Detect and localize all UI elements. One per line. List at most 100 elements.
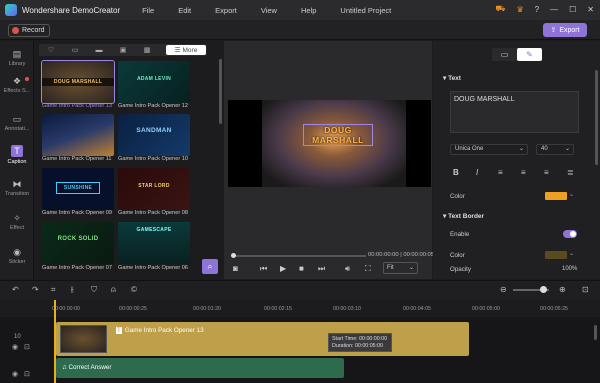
help-icon[interactable]: ?	[535, 5, 539, 14]
split-icon[interactable]: ⫲	[71, 285, 74, 295]
folder-icon: ▤	[12, 49, 22, 59]
caption-icon: T	[116, 327, 122, 334]
border-color-swatch[interactable]	[545, 251, 567, 259]
caption-thumb[interactable]: GAMESCAPE	[118, 222, 190, 264]
properties-tabs: ▭ ✎	[492, 48, 542, 61]
bold-icon[interactable]: B	[453, 168, 459, 177]
more-label: More	[182, 46, 198, 54]
caption-thumb[interactable]: DOUG MARSHALL	[41, 60, 115, 104]
caption-thumb[interactable]: SANDMAN	[118, 114, 190, 156]
edit-tab-icon[interactable]: ✎	[517, 48, 542, 61]
maximize-icon[interactable]: ☐	[569, 5, 576, 14]
eye-icon[interactable]: ◉	[12, 370, 18, 378]
sidebar-item-library[interactable]: ▤ Library	[0, 49, 34, 67]
caption-thumb[interactable]: SUNSHINE	[42, 168, 114, 210]
shield-icon[interactable]: ⛉	[91, 285, 97, 295]
fullscreen-icon[interactable]: ⛶	[365, 264, 371, 274]
lock-icon[interactable]: ⊡	[24, 343, 30, 351]
undo-icon[interactable]: ↶	[12, 285, 19, 294]
copyright-icon[interactable]: ©	[131, 285, 137, 294]
sidebar-item-caption[interactable]: T Caption	[0, 145, 34, 165]
microphone-icon[interactable]: ⍝	[111, 285, 116, 295]
border-enable-toggle[interactable]	[563, 230, 577, 238]
sidebar-item-annotation[interactable]: ▭ Annotati...	[0, 114, 34, 132]
sidebar-label: Annotati...	[4, 126, 30, 132]
camera-icon[interactable]: ◙	[233, 264, 238, 273]
previous-frame-icon[interactable]: ⏮	[260, 264, 267, 274]
enable-label: Enable	[450, 231, 470, 238]
justify-icon[interactable]: ≣	[567, 168, 574, 177]
caption-thumb[interactable]: ADAM LEVIN	[118, 61, 190, 103]
align-center-icon[interactable]: ≡	[521, 168, 526, 177]
thumb-title: SANDMAN	[136, 127, 172, 134]
lock-icon[interactable]: ⊡	[24, 370, 30, 378]
caption-name: Game Intro Pack Opener 10	[118, 156, 188, 162]
stop-icon[interactable]: ■	[299, 264, 304, 273]
fit-timeline-icon[interactable]: ⊡	[582, 285, 589, 294]
tab-lower-third-icon[interactable]: ▬	[87, 47, 111, 54]
eye-icon[interactable]: ◉	[12, 343, 18, 351]
video-tab-icon[interactable]: ▭	[492, 48, 517, 61]
cart-icon[interactable]: ⛟	[495, 4, 505, 14]
project-name: Untitled Project	[340, 5, 392, 15]
properties-scrollbar[interactable]	[595, 70, 598, 165]
close-icon[interactable]: ✕	[587, 5, 594, 14]
sidebar-item-sticker[interactable]: ◉ Sticker	[0, 247, 34, 265]
play-icon[interactable]: ▶	[280, 264, 286, 273]
tab-subtitle-icon[interactable]: ▭	[63, 46, 87, 54]
track-number: 10	[14, 334, 21, 340]
chevron-down-icon[interactable]: ⌄	[569, 191, 574, 198]
crop-icon[interactable]: ⌗	[51, 285, 56, 295]
progress-handle[interactable]	[231, 253, 236, 258]
text-section-header[interactable]: ▾ Text	[443, 74, 461, 82]
clip-thumbnail	[60, 325, 107, 353]
minimize-icon[interactable]: —	[550, 5, 558, 14]
more-button[interactable]: ☰ More	[166, 45, 206, 55]
caption-thumb[interactable]: STAR LORD	[118, 168, 190, 210]
timeline-scrollbar[interactable]	[594, 325, 597, 340]
playhead[interactable]	[54, 300, 56, 383]
preview-caption-text[interactable]: DOUG MARSHALL	[303, 125, 373, 145]
title-bar: Wondershare DemoCreator File Edit Export…	[0, 0, 600, 20]
text-border-section-header[interactable]: ▾ Text Border	[443, 212, 484, 220]
media-scrollbar[interactable]	[219, 59, 222, 124]
playback-progress[interactable]	[232, 255, 366, 257]
zoom-out-icon[interactable]: ⊖	[500, 285, 507, 294]
menu-edit[interactable]: Edit	[178, 6, 191, 15]
ruler-tick-label: 00:00:05:00	[472, 306, 500, 312]
sidebar-item-effect[interactable]: ✧ Effect	[0, 213, 34, 231]
font-select[interactable]: Unica One ⌄	[450, 144, 528, 155]
tab-opener-icon[interactable]: ▩	[135, 46, 159, 54]
caption-text-input[interactable]: DOUG MARSHALL	[450, 91, 579, 133]
size-value: 40	[541, 146, 548, 152]
search-icon[interactable]: ⌕	[202, 259, 218, 274]
tab-favorite-heart-icon[interactable]: ♡	[39, 46, 63, 54]
zoom-in-icon[interactable]: ⊕	[559, 285, 566, 294]
zoom-select[interactable]: Fit ⌄	[383, 262, 418, 274]
align-left-icon[interactable]: ≡	[498, 168, 503, 177]
export-button[interactable]: ⇪ Export	[543, 23, 587, 37]
chevron-down-icon[interactable]: ⌄	[569, 250, 574, 257]
align-right-icon[interactable]: ≡	[544, 168, 549, 177]
menu-help[interactable]: Help	[301, 6, 316, 15]
text-color-swatch[interactable]	[545, 192, 567, 200]
audio-clip-label: Correct Answer	[68, 364, 112, 371]
crown-icon[interactable]: ♛	[517, 5, 524, 14]
next-frame-icon[interactable]: ⏭	[318, 264, 325, 274]
color-label: Color	[450, 193, 465, 200]
italic-icon[interactable]: I	[476, 168, 478, 177]
sidebar-item-transition[interactable]: ⧓ Transition	[0, 179, 34, 197]
record-button[interactable]: Record	[8, 24, 50, 37]
tab-title-icon[interactable]: ▣	[111, 46, 135, 54]
redo-icon[interactable]: ↷	[32, 285, 39, 294]
font-size-select[interactable]: 40 ⌄	[536, 144, 574, 155]
caption-thumb[interactable]	[42, 114, 114, 156]
caption-thumb[interactable]: ROCK SOLID	[42, 222, 114, 264]
volume-icon[interactable]: 🔊︎	[345, 264, 350, 274]
menu-export[interactable]: Export	[215, 6, 237, 15]
menu-file[interactable]: File	[142, 6, 154, 15]
zoom-slider-handle[interactable]	[540, 286, 547, 293]
font-value: Unica One	[455, 146, 484, 152]
caption-name: Game Intro Pack Opener 07	[42, 265, 112, 271]
menu-view[interactable]: View	[261, 6, 277, 15]
